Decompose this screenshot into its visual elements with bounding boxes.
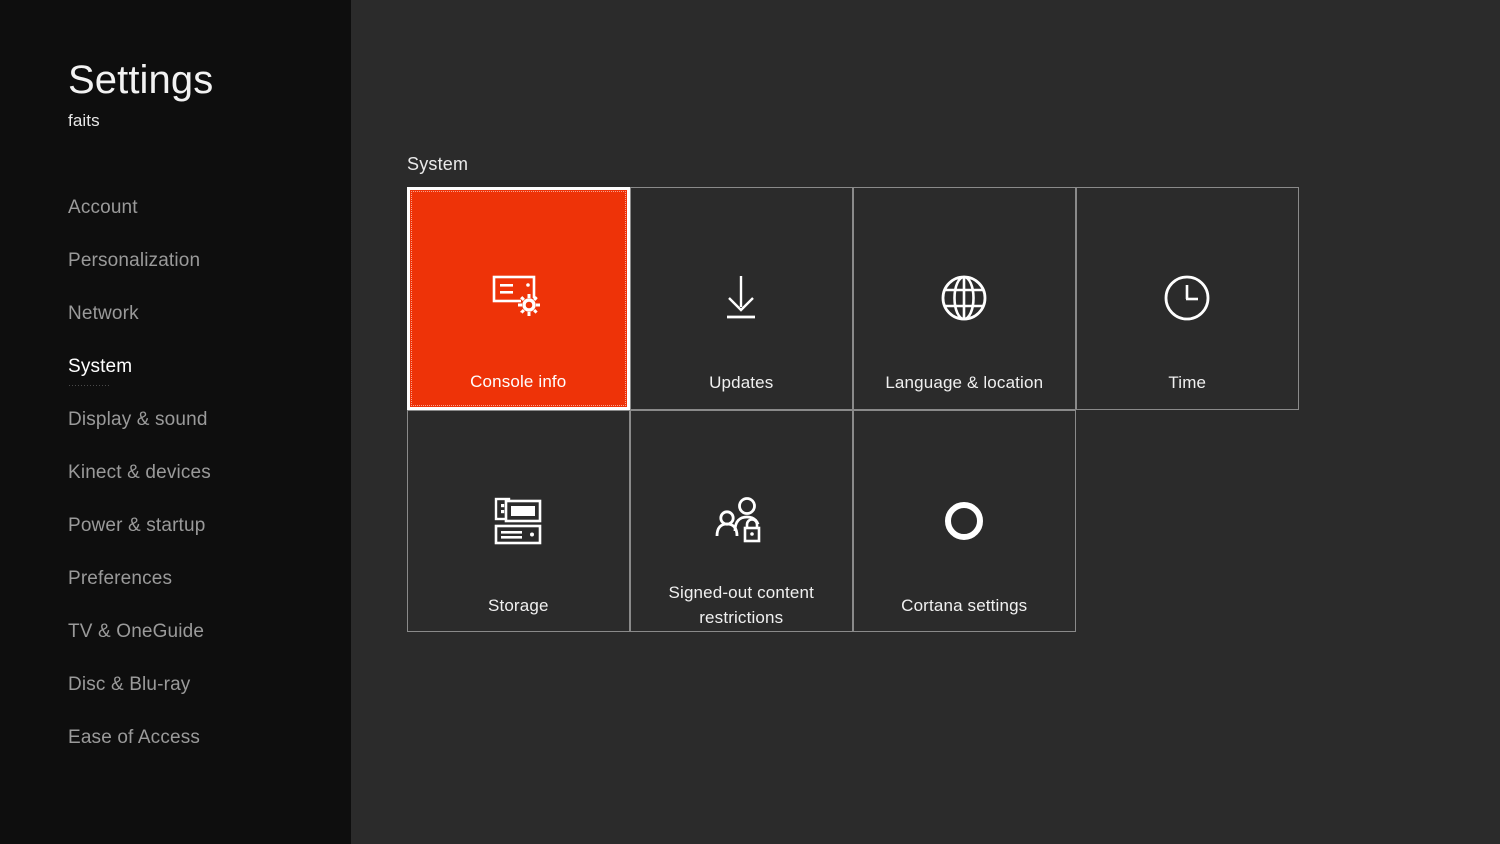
tile-storage[interactable]: Storage	[406, 409, 630, 632]
sidebar-item-power-and-startup[interactable]: Power & startup	[68, 514, 338, 567]
people-lock-icon	[714, 494, 768, 548]
tile-label: Language & location	[885, 372, 1044, 392]
sidebar-item-label: Disc & Blu-ray	[68, 674, 191, 695]
sidebar-item-preferences[interactable]: Preferences	[68, 567, 338, 620]
sidebar-item-disc-and-bluray[interactable]: Disc & Blu-ray	[68, 673, 338, 726]
user-gamertag: faits	[68, 111, 100, 130]
sidebar-item-label: Personalization	[68, 250, 201, 271]
sidebar-item-label: Kinect & devices	[68, 462, 211, 483]
sidebar-item-label: Ease of Access	[68, 727, 201, 748]
section-heading: System	[407, 154, 469, 174]
sidebar-item-label: Power & startup	[68, 515, 206, 536]
tile-label: Storage	[487, 595, 549, 615]
tile-signed-out-content-restrictions[interactable]: Signed-out content restrictions	[629, 409, 853, 632]
tile-label: Signed-out content restrictions	[668, 582, 814, 627]
tile-label: Cortana settings	[901, 595, 1028, 615]
sidebar-item-label: Network	[68, 303, 139, 324]
sidebar-item-ease-of-access[interactable]: Ease of Access	[68, 726, 338, 779]
tile-language-and-location[interactable]: Language & location	[852, 186, 1076, 410]
sidebar-item-label: Account	[68, 197, 138, 218]
sidebar-item-label: Display & sound	[68, 409, 208, 430]
storage-drive-icon	[492, 494, 544, 548]
sidebar-item-personalization[interactable]: Personalization	[68, 249, 338, 302]
clock-icon	[1162, 271, 1212, 325]
active-underline	[69, 385, 111, 386]
sidebar-item-account[interactable]: Account	[68, 196, 338, 249]
sidebar-item-display-and-sound[interactable]: Display & sound	[68, 408, 338, 461]
sidebar-item-kinect-and-devices[interactable]: Kinect & devices	[68, 461, 338, 514]
sidebar-item-network[interactable]: Network	[68, 302, 338, 355]
tile-empty-slot	[1076, 410, 1300, 633]
tile-time[interactable]: Time	[1075, 186, 1299, 410]
console-gear-icon	[491, 270, 545, 324]
globe-icon	[939, 271, 989, 325]
tile-label: Console info	[470, 371, 567, 391]
sidebar-item-label: System	[68, 356, 133, 377]
brand-block: Settings faits	[68, 60, 213, 131]
sidebar-item-label: TV & OneGuide	[68, 621, 205, 642]
settings-tile-grid: Console info Updates Language & location…	[406, 186, 1300, 633]
page-title: Settings	[68, 58, 214, 102]
tile-console-info[interactable]: Console info	[406, 186, 630, 410]
download-arrow-icon	[718, 271, 764, 325]
tile-label: Updates	[709, 372, 774, 392]
settings-screen: Settings faits Account Personalization N…	[0, 0, 1500, 844]
sidebar-item-system[interactable]: System	[68, 355, 338, 408]
sidebar-item-label: Preferences	[68, 568, 173, 589]
tile-label: Time	[1168, 372, 1207, 392]
main-content: System Console info Updates Language & l…	[351, 0, 1500, 844]
sidebar: Settings faits Account Personalization N…	[0, 0, 351, 844]
tile-cortana-settings[interactable]: Cortana settings	[852, 409, 1076, 632]
tile-updates[interactable]: Updates	[629, 186, 853, 410]
sidebar-item-tv-and-oneguide[interactable]: TV & OneGuide	[68, 620, 338, 673]
cortana-ring-icon	[939, 494, 989, 548]
sidebar-nav: Account Personalization Network System D…	[68, 196, 338, 779]
